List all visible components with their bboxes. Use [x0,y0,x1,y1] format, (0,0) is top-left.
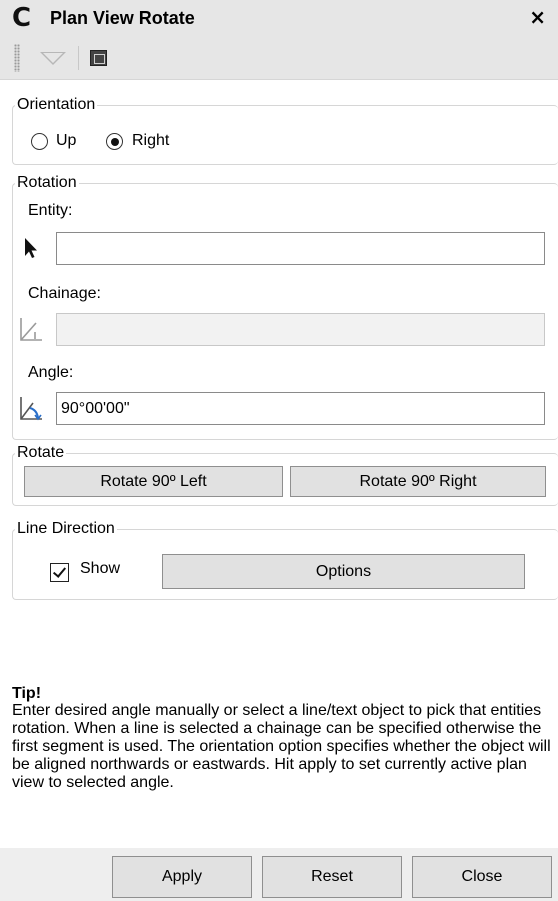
chainage-icon[interactable] [18,315,44,343]
close-button[interactable]: Close [412,856,552,898]
rotate-right-button[interactable]: Rotate 90º Right [290,466,546,497]
app-logo-icon: C [12,3,32,33]
angle-icon[interactable] [18,394,44,422]
orientation-up-label: Up [56,132,77,149]
line-direction-legend: Line Direction [17,520,115,537]
show-label: Show [80,560,121,577]
chainage-label: Chainage: [28,285,101,302]
close-icon[interactable]: × [529,6,546,28]
angle-label: Angle: [28,364,74,381]
rotate-left-button[interactable]: Rotate 90º Left [24,466,283,497]
rotation-legend: Rotation [17,174,77,191]
select-arrow-icon[interactable] [20,236,42,260]
angle-input[interactable] [56,392,545,425]
orientation-right-radio[interactable] [106,133,123,150]
toolbar-separator [78,46,79,70]
entity-input[interactable] [56,232,545,265]
window-title: Plan View Rotate [50,8,195,28]
orientation-legend: Orientation [17,96,96,113]
reset-button[interactable]: Reset [262,856,402,898]
footer-bar: Apply Reset Close [0,848,558,901]
orientation-group: Orientation [12,96,558,165]
show-checkbox[interactable] [50,563,69,582]
toolbar [0,36,558,80]
orientation-right-label: Right [132,132,170,149]
toolbar-grip-icon[interactable] [14,44,20,72]
tip-title: Tip! [12,685,42,702]
window-icon[interactable] [90,50,107,66]
chainage-input[interactable] [56,313,545,346]
apply-button[interactable]: Apply [112,856,252,898]
options-button[interactable]: Options [162,554,525,589]
rotate-legend: Rotate [17,444,65,461]
entity-label: Entity: [28,202,73,219]
dropdown-triangle-icon[interactable] [40,52,66,65]
title-bar: C Plan View Rotate × [0,0,558,36]
orientation-up-radio[interactable] [31,133,48,150]
tip-text: Enter desired angle manually or select a… [12,702,551,791]
